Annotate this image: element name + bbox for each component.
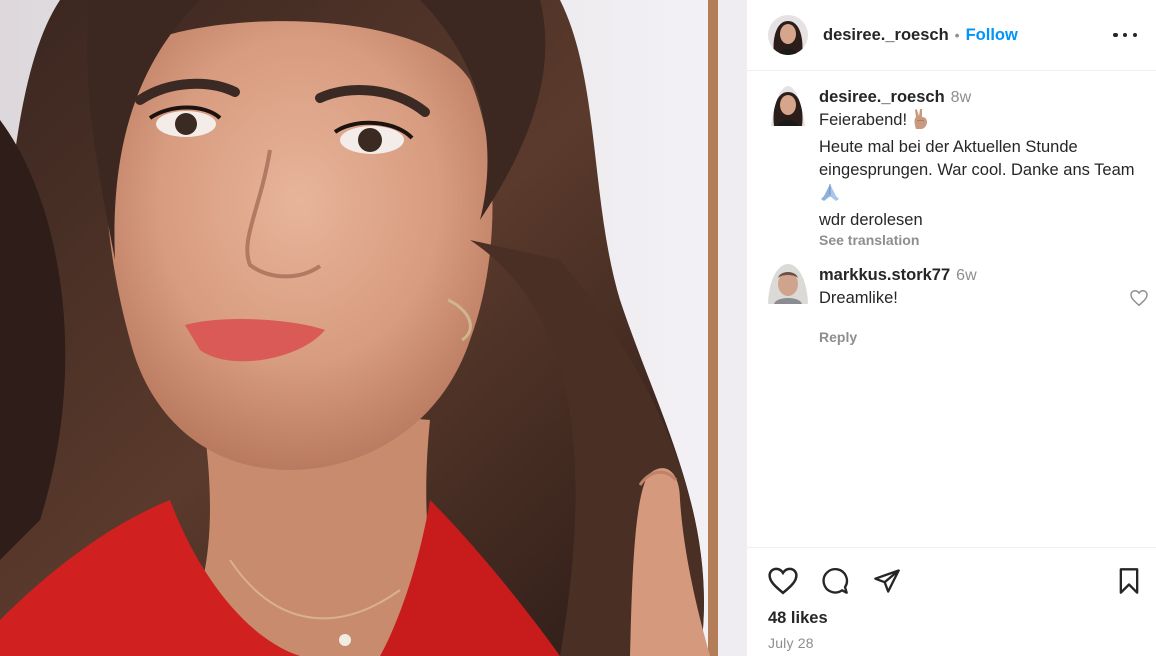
more-options-icon[interactable] — [1113, 23, 1137, 47]
caption-line1: Feierabend! — [819, 111, 912, 129]
comment-item: markkus.stork77 6w Dreamlike! Reply — [768, 264, 1148, 347]
author-avatar[interactable] — [768, 15, 808, 55]
caption: desiree._roesch 8w Feierabend! Heute mal … — [768, 86, 1156, 250]
likes-count[interactable]: 48 likes — [768, 609, 828, 628]
save-bookmark-icon[interactable] — [1115, 567, 1143, 600]
caption-avatar[interactable] — [768, 86, 808, 250]
caption-emoji-line — [819, 182, 1156, 209]
like-comment-heart-icon[interactable] — [1130, 289, 1148, 311]
comment-time[interactable]: 6w — [956, 267, 976, 284]
caption-line3: wdr derolesen — [819, 211, 923, 229]
caption-username[interactable]: desiree._roesch — [819, 88, 945, 106]
commenter-avatar[interactable] — [768, 264, 808, 347]
post-details-panel: desiree._roesch • Follow desiree._roesch… — [746, 0, 1156, 656]
comment-bubble-icon[interactable] — [820, 567, 850, 600]
selfie-image — [0, 0, 746, 656]
follow-button[interactable]: Follow — [966, 26, 1018, 45]
share-paper-plane-icon[interactable] — [872, 567, 902, 600]
comments-area[interactable]: desiree._roesch 8w Feierabend! Heute mal … — [747, 72, 1156, 547]
reply-button[interactable]: Reply — [819, 329, 857, 345]
caption-text: Feierabend! — [819, 108, 1156, 136]
commenter-username[interactable]: markkus.stork77 — [819, 266, 950, 284]
victory-hand-emoji-icon — [912, 108, 930, 136]
post-photo[interactable] — [0, 0, 746, 656]
post-actions: 48 likes July 28 — [747, 547, 1156, 656]
see-translation-button[interactable]: See translation — [819, 232, 919, 248]
author-username[interactable]: desiree._roesch — [823, 26, 949, 45]
caption-time[interactable]: 8w — [951, 89, 971, 106]
separator-dot: • — [954, 27, 960, 43]
caption-line2: Heute mal bei der Aktuellen Stunde einge… — [819, 138, 1135, 179]
action-buttons — [768, 567, 902, 600]
folded-hands-emoji-icon — [819, 182, 841, 209]
like-heart-icon[interactable] — [768, 567, 798, 600]
post-header: desiree._roesch • Follow — [747, 0, 1156, 71]
post-date[interactable]: July 28 — [768, 635, 814, 651]
comment-text: Dreamlike! — [819, 289, 898, 307]
